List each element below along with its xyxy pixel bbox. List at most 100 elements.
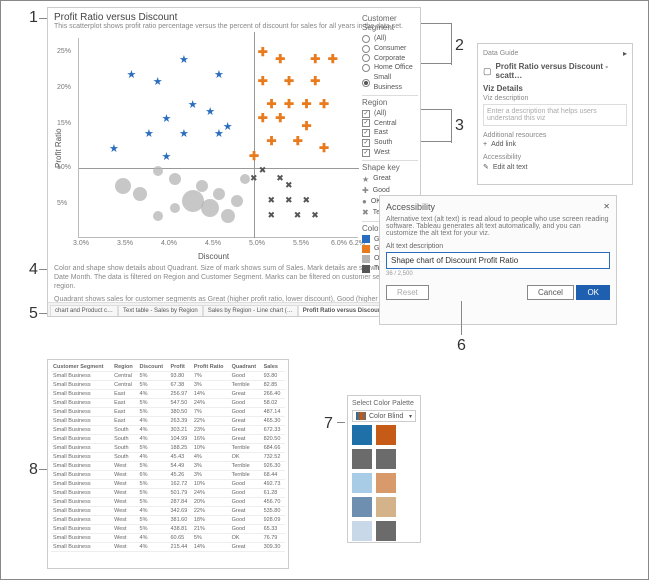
scatter-mark[interactable] — [221, 209, 235, 223]
table-row[interactable]: Small BusinessWest4%342.6922%Great535.80 — [51, 507, 285, 516]
scatter-mark[interactable]: ✚ — [275, 111, 285, 125]
table-row[interactable]: Small BusinessWest4%215.4414%Great309.30 — [51, 543, 285, 552]
scatter-mark[interactable]: ✚ — [284, 97, 294, 111]
palette-color[interactable] — [352, 449, 372, 469]
scatter-mark[interactable]: ✖ — [285, 180, 293, 191]
scatter-mark[interactable]: ✖ — [268, 210, 276, 221]
sheet-tab[interactable]: Text table - Sales by Region — [118, 305, 203, 316]
scatter-mark[interactable] — [153, 166, 163, 176]
scatter-mark[interactable]: ✚ — [249, 149, 259, 163]
segment-option[interactable]: Small Business — [362, 73, 418, 93]
scatter-mark[interactable] — [240, 174, 250, 184]
scatter-mark[interactable]: ✖ — [250, 173, 258, 184]
table-row[interactable]: Small BusinessEast5%380.507%Good487.14 — [51, 408, 285, 417]
table-row[interactable]: Small BusinessWest5%54.493%Terrible926.3… — [51, 462, 285, 471]
scatter-mark[interactable]: ✚ — [319, 141, 329, 155]
scatter-mark[interactable]: ★ — [214, 68, 224, 81]
scatter-mark[interactable]: ✚ — [258, 45, 268, 59]
scatter-mark[interactable]: ★ — [162, 112, 172, 125]
table-row[interactable]: Small BusinessSouth4%45.434%OK732.52 — [51, 453, 285, 462]
table-row[interactable]: Small BusinessSouth5%188.2510%Terrible68… — [51, 444, 285, 453]
table-row[interactable]: Small BusinessWest5%287.8420%Good456.70 — [51, 498, 285, 507]
scatter-mark[interactable]: ✚ — [258, 111, 268, 125]
close-icon[interactable]: ✕ — [603, 202, 610, 212]
region-option[interactable]: ✓(All) — [362, 109, 418, 119]
sheet-tab[interactable]: Sales by Region - Line chart (… — [203, 305, 298, 316]
palette-grid[interactable] — [352, 425, 416, 541]
scatter-mark[interactable]: ★ — [214, 127, 224, 140]
table-header[interactable]: Quadrant — [230, 363, 262, 372]
table-header[interactable]: Sales — [262, 363, 285, 372]
add-link-button[interactable]: +Add link — [483, 141, 627, 148]
edit-alt-text-button[interactable]: ✎Edit alt text — [483, 163, 627, 171]
table-header[interactable]: Profit Ratio — [192, 363, 230, 372]
plot-area[interactable]: 25% 20% 15% 10% 5% 3.0% 3.5% 4.0% 4.5% 5… — [78, 38, 358, 238]
scatter-mark[interactable]: ✖ — [303, 195, 311, 206]
table-row[interactable]: Small BusinessEast5%547.5024%Good58.02 — [51, 399, 285, 408]
palette-color[interactable] — [376, 425, 396, 445]
scatter-mark[interactable]: ✖ — [311, 210, 319, 221]
region-option[interactable]: ✓West — [362, 148, 418, 158]
scatter-mark[interactable]: ✚ — [310, 74, 320, 88]
table-header[interactable]: Discount — [138, 363, 169, 372]
palette-color[interactable] — [376, 497, 396, 517]
scatter-mark[interactable]: ★ — [179, 127, 189, 140]
table-row[interactable]: Small BusinessWest6%45.263%Terrible68.44 — [51, 471, 285, 480]
scatter-mark[interactable]: ★ — [144, 127, 154, 140]
palette-dropdown[interactable]: Color Blind ▾ — [352, 410, 416, 422]
scatter-mark[interactable] — [133, 187, 147, 201]
scatter-mark[interactable]: ★ — [162, 150, 172, 163]
table-row[interactable]: Small BusinessEast4%256.9714%Great266.40 — [51, 390, 285, 399]
segment-option[interactable]: (All) — [362, 34, 418, 44]
palette-color[interactable] — [352, 473, 372, 493]
scatter-mark[interactable]: ★ — [179, 53, 189, 66]
scatter-mark[interactable]: ✖ — [268, 195, 276, 206]
palette-color[interactable] — [376, 449, 396, 469]
palette-color[interactable] — [352, 521, 372, 541]
scatter-mark[interactable]: ✖ — [276, 173, 284, 184]
table-header[interactable]: Customer Segment — [51, 363, 112, 372]
scatter-mark[interactable]: ✚ — [319, 97, 329, 111]
scatter-mark[interactable] — [231, 195, 243, 207]
sheet-tabs[interactable]: chart and Product c…Text table - Sales b… — [48, 302, 420, 316]
scatter-mark[interactable]: ✚ — [302, 97, 312, 111]
scatter-mark[interactable]: ✚ — [328, 52, 338, 66]
table-row[interactable]: Small BusinessCentral5%93.807%Good93.80 — [51, 372, 285, 381]
scatter-mark[interactable]: ★ — [109, 142, 119, 155]
scatter-mark[interactable]: ✚ — [267, 97, 277, 111]
scatter-mark[interactable] — [213, 188, 225, 200]
scatter-mark[interactable]: ★ — [127, 68, 137, 81]
scatter-mark[interactable]: ✚ — [275, 52, 285, 66]
table-row[interactable]: Small BusinessEast4%263.3922%Great465.30 — [51, 417, 285, 426]
scatter-mark[interactable] — [153, 211, 163, 221]
table-row[interactable]: Small BusinessSouth4%104.9916%Great820.5… — [51, 435, 285, 444]
sheet-tab[interactable]: chart and Product c… — [50, 305, 118, 316]
scatter-mark[interactable] — [115, 178, 131, 194]
table-row[interactable]: Small BusinessWest5%501.7924%Good61.28 — [51, 489, 285, 498]
scatter-mark[interactable] — [169, 173, 181, 185]
scatter-mark[interactable]: ✚ — [258, 74, 268, 88]
scatter-mark[interactable]: ★ — [223, 120, 233, 133]
scatter-mark[interactable]: ✚ — [302, 119, 312, 133]
ok-button[interactable]: OK — [576, 285, 610, 300]
table-row[interactable]: Small BusinessWest5%438.8121%Good65.33 — [51, 525, 285, 534]
scatter-mark[interactable] — [170, 203, 180, 213]
scatter-mark[interactable]: ✖ — [259, 165, 267, 176]
table-row[interactable]: Small BusinessSouth4%303.2123%Great672.3… — [51, 426, 285, 435]
palette-color[interactable] — [352, 497, 372, 517]
table-row[interactable]: Small BusinessWest5%381.6018%Good928.09 — [51, 516, 285, 525]
scatter-mark[interactable]: ★ — [153, 75, 163, 88]
table-row[interactable]: Small BusinessWest4%60.655%OK76.79 — [51, 534, 285, 543]
scatter-mark[interactable]: ✖ — [294, 210, 302, 221]
data-table-view[interactable]: Customer SegmentRegionDiscountProfitProf… — [47, 359, 289, 569]
scatter-mark[interactable] — [201, 199, 219, 217]
table-header[interactable]: Profit — [168, 363, 191, 372]
cancel-button[interactable]: Cancel — [527, 285, 574, 300]
segment-option[interactable]: Home Office — [362, 63, 418, 73]
region-option[interactable]: ✓South — [362, 138, 418, 148]
scatter-mark[interactable]: ✚ — [284, 74, 294, 88]
table-row[interactable]: Small BusinessCentral5%67.383%Terrible82… — [51, 381, 285, 390]
table-header[interactable]: Region — [112, 363, 137, 372]
scatter-mark[interactable] — [196, 180, 208, 192]
palette-color[interactable] — [376, 521, 396, 541]
